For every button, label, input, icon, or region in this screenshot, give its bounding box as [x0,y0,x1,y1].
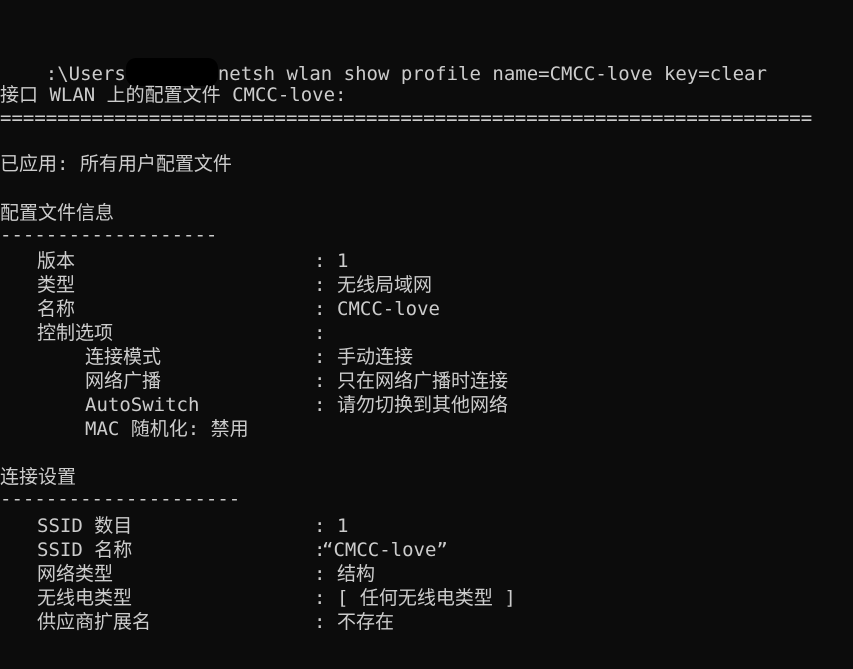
row-colon: : [314,587,326,609]
row-colon: : [314,298,326,320]
redacted-username [125,58,218,86]
row-key: MAC 随机化: 禁用 [85,418,249,440]
row-value: CMCC-love [337,298,440,320]
prompt-path: :\Users [45,63,126,85]
row-value: 1 [337,515,349,537]
row-colon: : [314,274,326,296]
row-key: 版本 [37,250,76,272]
row-value: 结构 [337,563,376,585]
row-key: AutoSwitch [85,394,200,416]
row-colon: : [314,515,326,537]
row-key: 类型 [37,274,76,296]
row-key: SSID 数目 [37,515,133,537]
row-colon: : [314,563,326,585]
row-key: 无线电类型 [37,587,133,609]
separator-line: ========================================… [0,109,813,127]
row-colon: : [314,250,326,272]
row-key: 网络类型 [37,563,114,585]
applied-text: 已应用: 所有用户配置文件 [0,153,232,175]
row-value: 无线局域网 [337,274,433,296]
row-value: 请勿切换到其他网络 [337,394,509,416]
row-colon: : [314,611,326,633]
row-key: 网络广播 [85,370,162,392]
row-value: 不存在 [337,611,395,633]
row-value: 1 [337,250,349,272]
command-text: netsh wlan show profile name=CMCC-love k… [217,63,767,85]
row-colon: : [314,346,326,368]
section-underline-profile-info: ------------------- [0,226,218,244]
row-colon: : [314,370,326,392]
section-underline-connection: --------------------- [0,490,241,508]
row-value: “CMCC-love” [322,539,448,561]
row-value: 手动连接 [337,346,414,368]
command-line: :\Users netsh wlan show profile name=CMCC… [0,34,767,86]
row-key: 供应商扩展名 [37,611,152,633]
row-key: 连接模式 [85,346,162,368]
section-title-connection: 连接设置 [0,466,77,488]
profile-header: 接口 WLAN 上的配置文件 CMCC-love: [0,84,347,106]
row-key: 控制选项 [37,322,114,344]
row-key: SSID 名称 [37,539,133,561]
console-window[interactable]: :\Users netsh wlan show profile name=CMCC… [0,0,853,669]
row-value: [ 任何无线电类型 ] [337,587,516,609]
row-colon: : [314,322,326,344]
row-value: 只在网络广播时连接 [337,370,509,392]
row-key: 名称 [37,298,76,320]
section-title-profile-info: 配置文件信息 [0,202,115,224]
row-colon: : [314,394,326,416]
